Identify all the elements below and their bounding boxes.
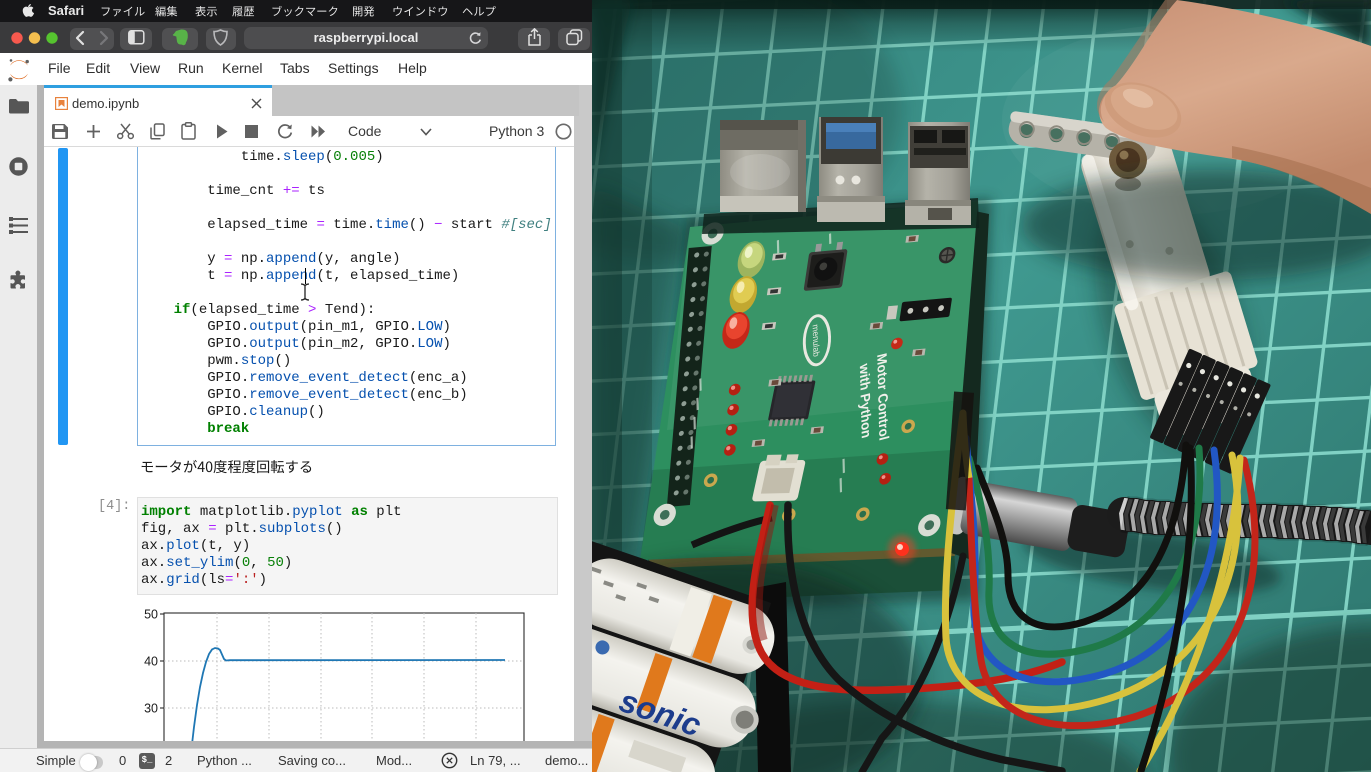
svg-text:with Python: with Python <box>857 361 874 440</box>
svg-text:50: 50 <box>144 608 158 622</box>
svg-text:40: 40 <box>144 655 158 669</box>
svg-text:menulab: menulab <box>811 323 822 358</box>
svg-text:Motor Control: Motor Control <box>874 352 891 442</box>
svg-text:30: 30 <box>144 702 158 716</box>
